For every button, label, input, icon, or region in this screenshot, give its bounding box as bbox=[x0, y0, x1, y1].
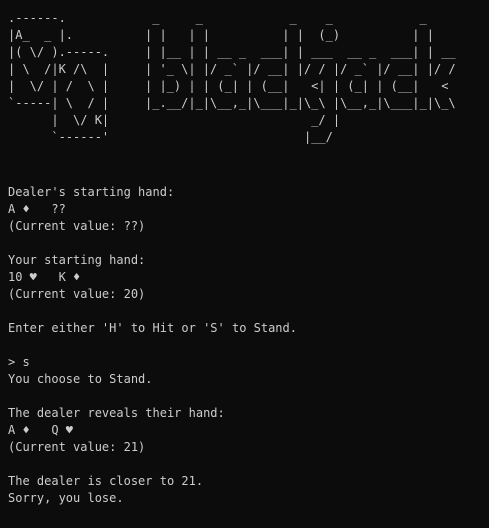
result-line: The dealer is closer to 21. bbox=[8, 474, 204, 488]
prompt-instruction: Enter either 'H' to Hit or 'S' to Stand. bbox=[8, 321, 297, 335]
dealer-start-heading: Dealer's starting hand: bbox=[8, 185, 175, 199]
dealer-start-cards: A ♦ ?? bbox=[8, 202, 66, 216]
dealer-reveal-value: (Current value: 21) bbox=[8, 440, 146, 454]
player-start-heading: Your starting hand: bbox=[8, 253, 146, 267]
playing-cards-ascii-art: .------. |A_ _ |. |( \/ ).-----. | \ /|K… bbox=[8, 11, 110, 144]
dealer-start-value: (Current value: ??) bbox=[8, 219, 146, 233]
dealer-reveal-cards: A ♦ Q ♥ bbox=[8, 423, 74, 437]
blackjack-logo-ascii-art: _ _ _ _ _ | | | | | | (_) | | | |__ | | … bbox=[145, 11, 456, 144]
choice-message: You choose to Stand. bbox=[8, 372, 153, 386]
terminal-window[interactable]: .------. |A_ _ |. |( \/ ).-----. | \ /|K… bbox=[0, 0, 489, 528]
result-line: Sorry, you lose. bbox=[8, 491, 124, 505]
banner: .------. |A_ _ |. |( \/ ).-----. | \ /|K… bbox=[8, 10, 481, 150]
player-start-cards: 10 ♥ K ♦ bbox=[8, 270, 81, 284]
user-input-line[interactable]: > s bbox=[8, 354, 481, 371]
player-start-value: (Current value: 20) bbox=[8, 287, 146, 301]
dealer-reveal-heading: The dealer reveals their hand: bbox=[8, 406, 225, 420]
